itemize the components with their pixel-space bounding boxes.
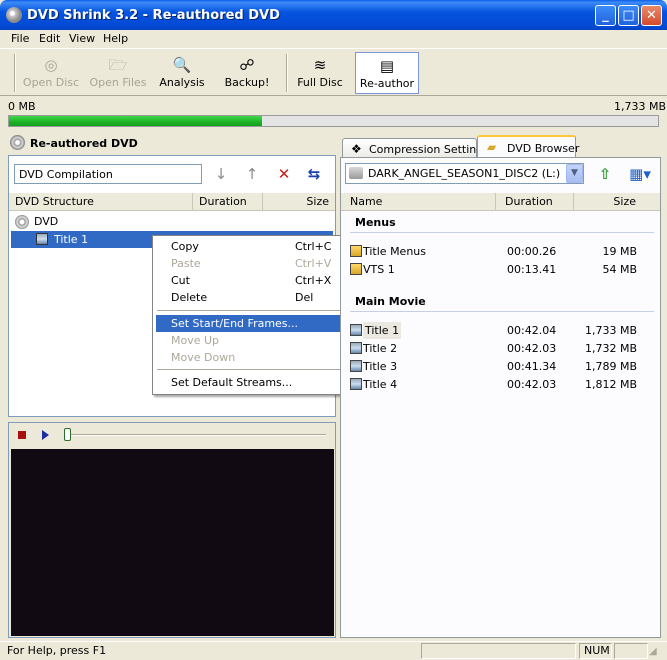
list-item-title-4[interactable]: Title 4 00:42.03 1,812 MB: [348, 376, 648, 393]
window-title: DVD Shrink 3.2 - Re-authored DVD: [27, 8, 280, 23]
ctx-set-start-end-frames[interactable]: Set Start/End Frames...: [156, 315, 345, 332]
tab-dvd-browser[interactable]: ▰ DVD Browser: [477, 135, 579, 158]
menu-help[interactable]: Help: [103, 32, 128, 45]
status-pane: [614, 643, 648, 659]
folder-up-icon[interactable]: ⇧: [595, 165, 615, 183]
ctx-separator: [157, 369, 344, 370]
col-name[interactable]: Name: [341, 193, 496, 211]
maximize-button[interactable]: □: [618, 5, 639, 26]
menu-icon: [350, 245, 362, 257]
move-up-icon[interactable]: ↑: [243, 165, 261, 183]
col-size[interactable]: Size: [574, 193, 660, 211]
context-menu: Copy Ctrl+C Paste Ctrl+V Cut Ctrl+X Delete D…: [152, 235, 349, 395]
title-icon: [350, 324, 362, 336]
size-min-label: 0 MB: [8, 100, 36, 113]
dvd-browser-panel: [340, 157, 661, 638]
ctx-separator: [157, 310, 344, 311]
seek-track[interactable]: [66, 434, 326, 436]
open-files-button[interactable]: 🗁 Open Files: [87, 52, 149, 94]
col-size[interactable]: Size: [263, 193, 335, 210]
group-menus: Menus: [355, 216, 396, 229]
backup-icon: ☍: [239, 56, 255, 74]
tree-dvd-root[interactable]: DVD: [34, 215, 58, 228]
tab-compression-settings[interactable]: ❖ Compression Settings: [342, 138, 489, 158]
stop-icon[interactable]: [18, 431, 26, 439]
menu-edit[interactable]: Edit: [39, 32, 60, 45]
set-frames-icon[interactable]: ⇆: [305, 165, 323, 183]
analysis-button[interactable]: 🔍 Analysis: [157, 52, 207, 94]
left-panel-title: Re-authored DVD: [30, 137, 138, 150]
list-item-title-2[interactable]: Title 2 00:42.03 1,732 MB: [348, 340, 648, 357]
col-duration[interactable]: Duration: [193, 193, 263, 210]
menu-view[interactable]: View: [69, 32, 95, 45]
size-progress-bar: [8, 115, 659, 127]
drive-select[interactable]: DARK_ANGEL_SEASON1_DISC2 (L:): [345, 163, 584, 184]
minimize-button[interactable]: _: [595, 5, 616, 26]
list-item-vts-1[interactable]: VTS 1 00:13.41 54 MB: [348, 261, 648, 278]
disc-stack-icon: ≋: [313, 56, 327, 74]
open-disc-button[interactable]: ◎ Open Disc: [22, 52, 80, 94]
disc-icon: ◎: [44, 56, 58, 74]
menu-file[interactable]: File: [11, 32, 29, 45]
list-item-title-menus[interactable]: Title Menus 00:00.26 19 MB: [348, 243, 648, 260]
title-icon: [350, 378, 362, 390]
ctx-cut[interactable]: Cut Ctrl+X: [156, 272, 345, 289]
list-item-title-1[interactable]: Title 1 00:42.04 1,733 MB: [348, 322, 648, 339]
col-dvd-structure[interactable]: DVD Structure: [9, 193, 193, 210]
close-button[interactable]: ✕: [641, 5, 662, 26]
toolbar-separator: [286, 54, 288, 92]
document-list-icon: ▤: [379, 57, 395, 75]
compression-icon: ❖: [351, 142, 362, 156]
ctx-move-up[interactable]: Move Up: [156, 332, 345, 349]
menu-bar: [0, 30, 667, 48]
app-disc-icon: [6, 7, 22, 23]
chevron-down-icon[interactable]: ▼: [566, 164, 583, 183]
size-progress-fill: [9, 116, 263, 126]
seek-slider-thumb[interactable]: [64, 428, 71, 441]
toolbar-grip: [14, 54, 16, 92]
group-divider: [350, 232, 654, 233]
magnifier-icon: 🔍: [172, 56, 192, 74]
title-icon: [36, 233, 48, 245]
move-down-icon[interactable]: ↓: [212, 165, 230, 183]
backup-button[interactable]: ☍ Backup!: [221, 52, 273, 94]
view-options-icon[interactable]: ▦▾: [626, 165, 654, 183]
num-lock-indicator: NUM: [579, 643, 612, 659]
resize-grip[interactable]: ◢: [649, 645, 663, 659]
status-text: For Help, press F1: [7, 644, 107, 657]
delete-icon[interactable]: ✕: [275, 165, 293, 183]
compilation-name-input[interactable]: [14, 164, 202, 184]
col-duration[interactable]: Duration: [496, 193, 574, 211]
ctx-paste[interactable]: Paste Ctrl+V: [156, 255, 345, 272]
play-icon[interactable]: [42, 430, 49, 440]
full-disc-button[interactable]: ≋ Full Disc: [294, 52, 346, 94]
ctx-copy[interactable]: Copy Ctrl+C: [156, 238, 345, 255]
tree-title-1: Title 1: [54, 233, 89, 246]
reauthored-disc-icon: [10, 135, 25, 150]
dvd-root-icon: [15, 215, 29, 229]
group-divider: [350, 311, 654, 312]
video-preview: [11, 449, 334, 636]
title-icon: [350, 360, 362, 372]
list-item-title-3[interactable]: Title 3 00:41.34 1,789 MB: [348, 358, 648, 375]
ctx-set-default-streams[interactable]: Set Default Streams...: [156, 374, 345, 391]
drive-icon: [349, 167, 363, 179]
title-icon: [350, 342, 362, 354]
size-max-label: 1,733 MB: [614, 100, 667, 113]
group-main-movie: Main Movie: [355, 295, 426, 308]
folder-open-icon: 🗁: [108, 56, 128, 74]
folder-icon: ▰: [487, 140, 497, 154]
ctx-delete[interactable]: Delete Del: [156, 289, 345, 306]
structure-header: DVD Structure Duration Size: [9, 193, 335, 211]
status-pane: [421, 643, 576, 659]
reauthor-button[interactable]: ▤ Re-author: [355, 52, 419, 94]
ctx-move-down[interactable]: Move Down: [156, 349, 345, 366]
menu-icon: [350, 263, 362, 275]
